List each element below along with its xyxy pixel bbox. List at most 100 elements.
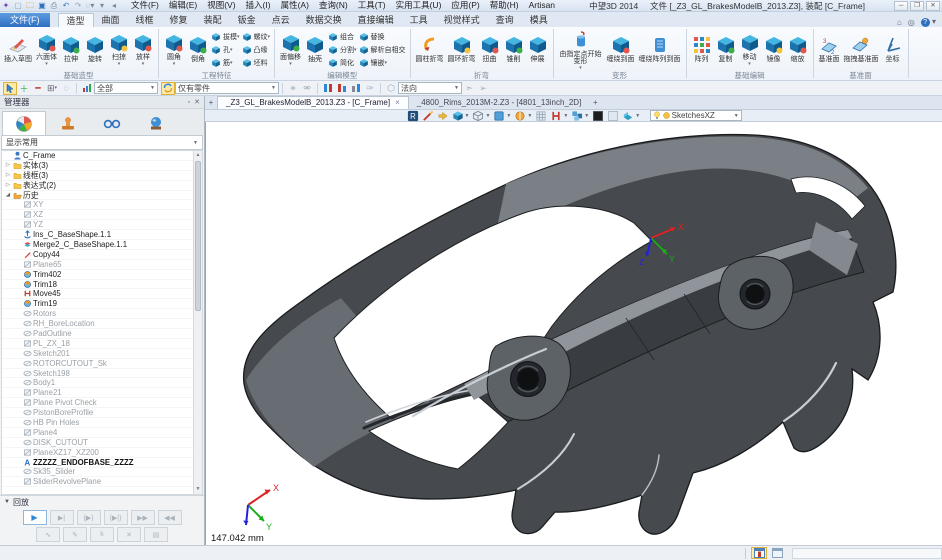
multi-view-icon[interactable]: ▼ bbox=[571, 110, 589, 122]
ribbon-button-圆柱折弯[interactable]: 圆柱折弯 bbox=[414, 35, 446, 64]
ribbon-button-筋[interactable]: 筋 ▾ bbox=[211, 56, 240, 69]
background-light-icon[interactable] bbox=[607, 110, 619, 122]
minimize-button[interactable]: ─ bbox=[894, 1, 908, 11]
tree-item-历史[interactable]: ◢历史 bbox=[2, 191, 193, 201]
background-dark-icon[interactable] bbox=[592, 110, 604, 122]
ribbon-button-坯料[interactable]: 坯料 bbox=[242, 56, 271, 69]
ribbon-button-解析自相交[interactable]: 解析自相交 bbox=[359, 43, 406, 56]
layout-single-icon[interactable] bbox=[751, 547, 767, 559]
regen-filter-icon[interactable] bbox=[161, 82, 175, 95]
tree-item-ROTORCUTOUT_Sk[interactable]: ROTORCUTOUT_Sk bbox=[2, 359, 193, 369]
menu-Artisan[interactable]: Artisan bbox=[524, 0, 560, 11]
ribbon-button-缠绕到面[interactable]: 缠绕到面 bbox=[605, 35, 637, 64]
replay-play-one-button[interactable]: (▶) bbox=[77, 510, 101, 525]
tree-item-YZ[interactable]: YZ bbox=[2, 220, 193, 230]
ribbon-button-圆角[interactable]: 圆角▾ bbox=[162, 33, 186, 66]
tree-item-Plane65[interactable]: Plane65 bbox=[2, 260, 193, 270]
redline-icon[interactable] bbox=[422, 110, 434, 122]
tree-item-Trim402[interactable]: Trim402 bbox=[2, 270, 193, 280]
menu-工具(T)[interactable]: 工具(T) bbox=[353, 0, 391, 11]
constraint-icon[interactable]: ▼ bbox=[550, 110, 568, 122]
tree-item-Trim18[interactable]: Trim18 bbox=[2, 280, 193, 290]
ribbon-tab-直接编辑[interactable]: 直接编辑 bbox=[350, 13, 402, 27]
ribbon-button-六面体[interactable]: 六面体▾ bbox=[34, 33, 59, 66]
close-button[interactable]: ✕ bbox=[926, 1, 940, 11]
tree-item-ZZZZZ_ENDOFBASE_ZZZZ[interactable]: AZZZZZ_ENDOFBASE_ZZZZ bbox=[2, 458, 193, 468]
tree-item-XY[interactable]: XY bbox=[2, 200, 193, 210]
ribbon-tab-点云[interactable]: 点云 bbox=[264, 13, 298, 27]
viewport-3d-canvas[interactable]: X Y Z X Y 147.042 mm bbox=[205, 122, 942, 545]
ribbon-button-拔模[interactable]: 拔模 ▾ bbox=[211, 30, 240, 43]
save-icon[interactable]: ▣ bbox=[36, 0, 48, 11]
tree-item-Copy44[interactable]: Copy44 bbox=[2, 250, 193, 260]
filter-all-combo[interactable]: 全部▼ bbox=[94, 82, 158, 94]
menu-插入(I)[interactable]: 插入(I) bbox=[241, 0, 276, 11]
ribbon-tab-查询[interactable]: 查询 bbox=[488, 13, 522, 27]
ribbon-button-插入草图[interactable]: 插入草图 bbox=[2, 35, 34, 64]
column-up-icon[interactable] bbox=[335, 82, 349, 95]
menu-编辑(E)[interactable]: 编辑(E) bbox=[164, 0, 202, 11]
section-icon[interactable]: ▼ bbox=[514, 110, 532, 122]
ribbon-button-阵列[interactable]: 阵列 bbox=[690, 35, 714, 64]
ribbon-button-组合[interactable]: 组合 bbox=[328, 30, 357, 43]
ribbon-tab-视觉样式[interactable]: 视觉样式 bbox=[436, 13, 488, 27]
menu-应用(P)[interactable]: 应用(P) bbox=[446, 0, 484, 11]
ribbon-button-旋转[interactable]: 旋转 bbox=[83, 35, 107, 64]
layout-split-icon[interactable] bbox=[769, 547, 785, 559]
document-tab[interactable]: _Z3_GL_BrakesModelB_2013.Z3 - [C_Frame]× bbox=[217, 96, 409, 109]
tree-item-RH_BoreLocation[interactable]: RH_BoreLocation bbox=[2, 319, 193, 329]
replay-play-to-button[interactable]: ▶| bbox=[50, 510, 74, 525]
scroll-down-icon[interactable]: ▼ bbox=[194, 485, 202, 494]
export-icon[interactable] bbox=[437, 110, 449, 122]
ribbon-button-镶嵌[interactable]: 镶嵌 ▾ bbox=[359, 56, 406, 69]
tree-item-Plane4[interactable]: Plane4 bbox=[2, 428, 193, 438]
face-display-icon[interactable]: ▼ bbox=[493, 110, 511, 122]
shaded-cube-icon[interactable]: ▼ bbox=[452, 110, 470, 122]
menu-查询(N)[interactable]: 查询(N) bbox=[314, 0, 353, 11]
expander-icon[interactable]: ▷ bbox=[4, 182, 12, 188]
tree-item-PadOutline[interactable]: PadOutline bbox=[2, 329, 193, 339]
ribbon-button-螺纹[interactable]: 螺纹 ▾ bbox=[242, 30, 271, 43]
menu-帮助(H)[interactable]: 帮助(H) bbox=[485, 0, 524, 11]
file-menu-button[interactable]: 文件(F) bbox=[0, 13, 50, 27]
ribbon-tab-模具[interactable]: 模具 bbox=[522, 13, 556, 27]
collapse-icon[interactable]: ◂ bbox=[108, 0, 120, 11]
replay-play-button[interactable]: ▶ bbox=[23, 510, 47, 525]
tree-item-XZ[interactable]: XZ bbox=[2, 210, 193, 220]
ribbon-tab-曲面[interactable]: 曲面 bbox=[94, 13, 128, 27]
expander-icon[interactable]: ▷ bbox=[4, 172, 12, 178]
ribbon-button-复制[interactable]: 复制 bbox=[714, 35, 738, 64]
tab-close-icon[interactable]: × bbox=[395, 97, 400, 109]
ribbon-button-抽壳[interactable]: 抽壳 bbox=[303, 35, 327, 64]
new-file-icon[interactable]: ▢ bbox=[12, 0, 24, 11]
replay-rewind-button[interactable]: ◀◀ bbox=[158, 510, 182, 525]
ribbon-button-分割[interactable]: 分割 ▾ bbox=[328, 43, 357, 56]
ribbon-tab-修复[interactable]: 修复 bbox=[162, 13, 196, 27]
options-icon[interactable]: ◎ bbox=[908, 18, 915, 27]
tree-item-PL_ZX_18[interactable]: PL_ZX_18 bbox=[2, 339, 193, 349]
pointer-snap-icon[interactable]: ➣ bbox=[462, 82, 476, 95]
wireframe-cube-icon[interactable]: ▼ bbox=[472, 110, 490, 122]
ribbon-button-基准面[interactable]: 32基准面 bbox=[817, 35, 842, 64]
ribbon-button-移动[interactable]: 移动▾ bbox=[738, 33, 762, 66]
tree-item-Sketch198[interactable]: Sketch198 bbox=[2, 369, 193, 379]
pick-filter-icon[interactable] bbox=[3, 82, 17, 95]
ribbon-button-伸展[interactable]: 伸展 bbox=[526, 35, 550, 64]
open-file-icon[interactable]: 🗀 bbox=[24, 0, 36, 11]
print-icon[interactable]: ⎙ bbox=[48, 0, 60, 11]
column-down-icon[interactable] bbox=[349, 82, 363, 95]
new-document-icon[interactable]: + bbox=[205, 96, 217, 109]
ribbon-button-孔[interactable]: 孔 ▾ bbox=[211, 43, 240, 56]
regen-icon[interactable]: R bbox=[407, 110, 419, 122]
manager-tab-render[interactable] bbox=[134, 111, 178, 135]
ribbon-tab-装配[interactable]: 装配 bbox=[196, 13, 230, 27]
ribbon-tab-数据交换[interactable]: 数据交换 bbox=[298, 13, 350, 27]
tree-item-SliderRevolvePlane[interactable]: SliderRevolvePlane bbox=[2, 477, 193, 487]
ribbon-button-缠绕阵列到面[interactable]: 缠绕阵列到面 bbox=[637, 35, 683, 64]
replay-play-stop-button[interactable]: (▶|) bbox=[104, 510, 128, 525]
tree-item-Plane21[interactable]: Plane21 bbox=[2, 388, 193, 398]
brush-icon[interactable]: ✑ bbox=[363, 82, 377, 95]
tree-item-Body1[interactable]: Body1 bbox=[2, 378, 193, 388]
tree-item-Sketch201[interactable]: Sketch201 bbox=[2, 349, 193, 359]
unlink-icon[interactable]: ⚮ bbox=[300, 82, 314, 95]
